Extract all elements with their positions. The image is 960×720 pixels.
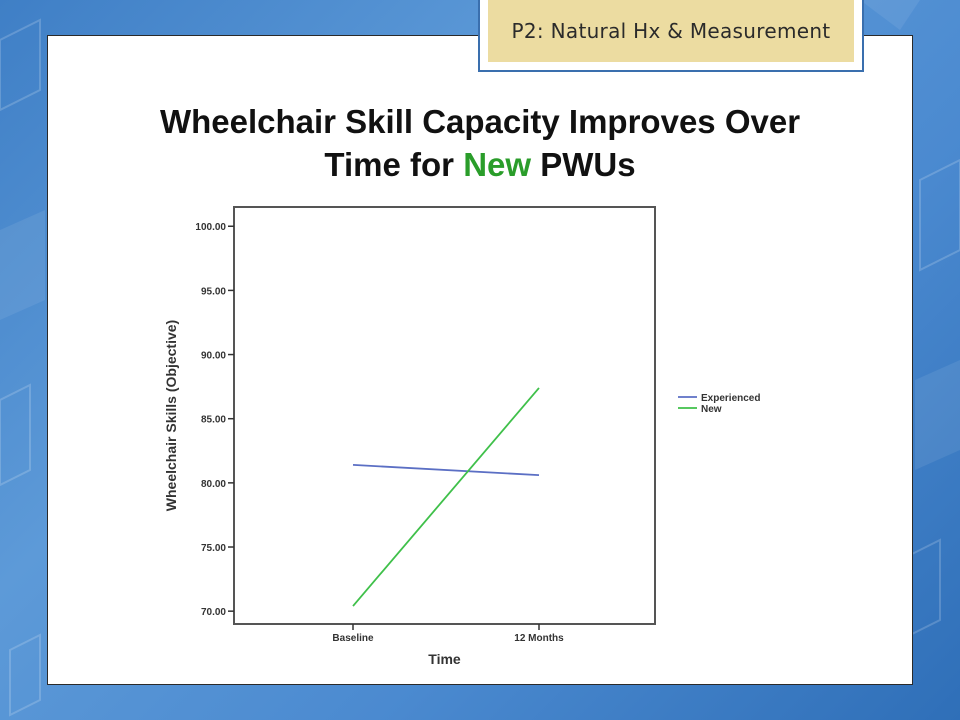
legend-label: New	[701, 404, 722, 415]
y-tick-label: 90.00	[201, 351, 226, 362]
y-tick-label: 80.00	[201, 479, 226, 490]
y-tick-label: 95.00	[201, 286, 226, 297]
y-tick-label: 70.00	[201, 607, 226, 618]
x-axis-label: Time	[428, 651, 461, 667]
y-tick-label: 85.00	[201, 415, 226, 426]
y-axis-label: Wheelchair Skills (Objective)	[163, 320, 179, 511]
x-tick-label: Baseline	[332, 633, 374, 644]
y-tick-label: 75.00	[201, 543, 226, 554]
x-tick-label: 12 Months	[514, 633, 564, 644]
plot-frame	[233, 206, 656, 625]
y-tick-label: 100.00	[195, 222, 226, 233]
legend-label: Experienced	[701, 393, 760, 404]
line-chart: 70.00 75.00 80.00 85.00 90.00 95.00 100.00 Base…	[163, 206, 760, 667]
